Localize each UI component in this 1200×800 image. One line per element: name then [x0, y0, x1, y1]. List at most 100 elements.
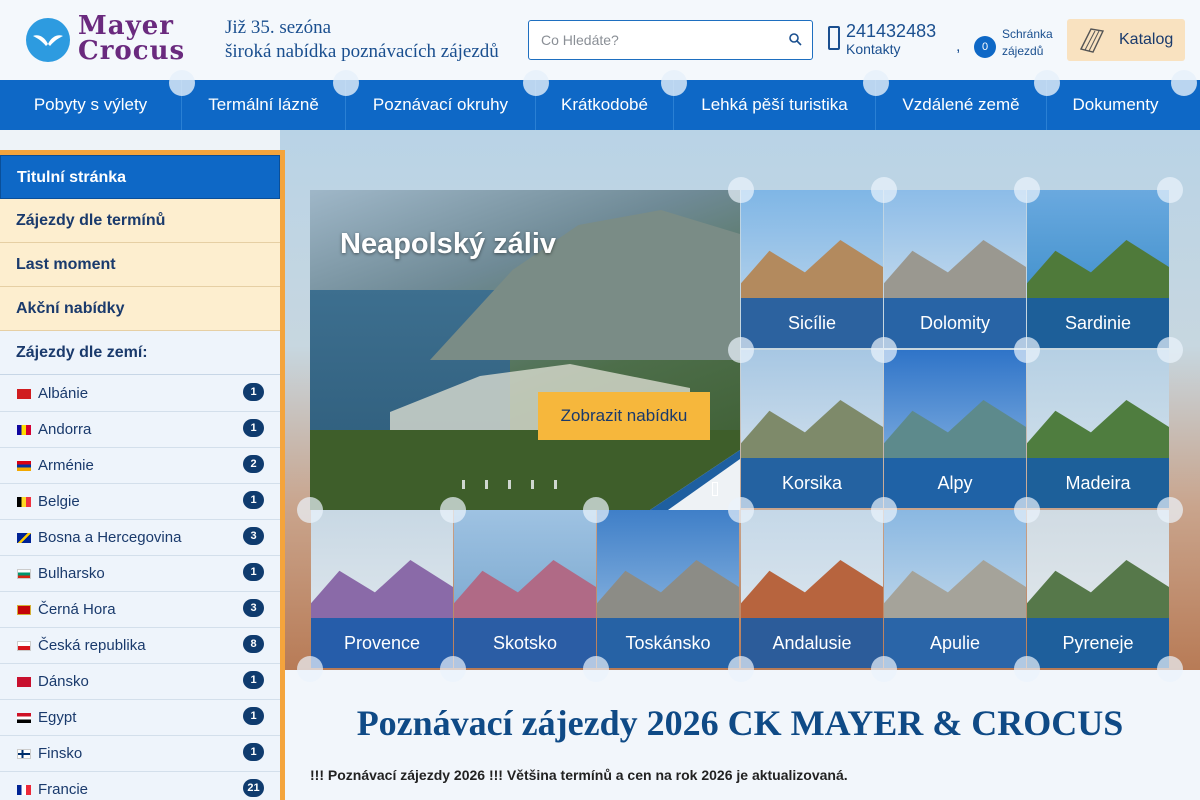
country-item-bosna-a-hercegovina[interactable]: Bosna a Hercegovina 3: [0, 520, 280, 556]
nav-item-pobyty[interactable]: Pobyty s výlety: [0, 80, 182, 130]
next-slide-icon[interactable]: [712, 482, 718, 496]
sidebar-item-zajezdy-dle-terminu[interactable]: Zájezdy dle termínů: [0, 199, 280, 243]
country-item-finsko[interactable]: Finsko 1: [0, 736, 280, 772]
tile-skotsko[interactable]: Skotsko: [454, 510, 596, 668]
tile-apulie[interactable]: Apulie: [884, 510, 1026, 668]
country-item-francie[interactable]: Francie 21: [0, 772, 280, 800]
country-name: Bulharsko: [38, 565, 105, 582]
search-input[interactable]: [529, 21, 779, 59]
country-name: Francie: [38, 781, 89, 798]
tile-label: Pyreneje: [1027, 618, 1169, 668]
country-count-badge: 1: [243, 563, 264, 581]
country-item-andorra[interactable]: Andorra 1: [0, 412, 280, 448]
site-logo[interactable]: Mayer Crocus: [26, 13, 186, 66]
nav-item-poznavaci-okruhy[interactable]: Poznávací okruhy: [346, 80, 536, 130]
tile-label: Dolomity: [884, 298, 1026, 348]
decor-dot: [728, 337, 754, 363]
decor-dot: [583, 656, 609, 682]
nav-item-lehka-turistika[interactable]: Lehká pěší turistika: [674, 80, 876, 130]
decor-dot: [583, 497, 609, 523]
country-item-cerna-hora[interactable]: Černá Hora 3: [0, 592, 280, 628]
country-count-badge: 3: [243, 599, 264, 617]
country-item-egypt[interactable]: Egypt 1: [0, 700, 280, 736]
tile-label: Provence: [311, 618, 453, 668]
country-count-badge: 1: [243, 491, 264, 509]
country-item-ceska-republika[interactable]: Česká republika 8: [0, 628, 280, 664]
sidebar: Titulní stránka Zájezdy dle termínů Last…: [0, 150, 285, 800]
flag-icon: [17, 749, 31, 759]
decor-dot: [440, 656, 466, 682]
logo-line2: Crocus: [78, 36, 186, 66]
cart-label-line1: Schránka: [1002, 27, 1053, 41]
country-count-badge: 1: [243, 419, 264, 437]
catalog-button[interactable]: Katalog: [1067, 19, 1185, 61]
tile-label: Sicílie: [741, 298, 883, 348]
tile-label: Toskánsko: [597, 618, 739, 668]
tile-label: Apulie: [884, 618, 1026, 668]
flag-icon: [17, 785, 31, 795]
tile-label: Andalusie: [741, 618, 883, 668]
tile-pyreneje[interactable]: Pyreneje: [1027, 510, 1169, 668]
nav-item-vzdalene-zeme[interactable]: Vzdálené země: [876, 80, 1047, 130]
decor-dot: [1014, 656, 1040, 682]
flag-icon: [17, 389, 31, 399]
slider-dot[interactable]: [531, 480, 534, 489]
sidebar-panel: Titulní stránka Zájezdy dle termínů Last…: [0, 155, 280, 800]
country-name: Česká republika: [38, 637, 146, 654]
tile-sicilie[interactable]: Sicílie: [741, 190, 883, 348]
country-count-badge: 1: [243, 383, 264, 401]
main-nav: Pobyty s výlety Termální lázně Poznávací…: [0, 70, 1200, 130]
nav-item-kratkodobe[interactable]: Krátkodobé: [536, 80, 674, 130]
hero-slider[interactable]: Neapolský záliv Zobrazit nabídku: [310, 190, 740, 510]
tile-alpy[interactable]: Alpy: [884, 350, 1026, 508]
tile-madeira[interactable]: Madeira: [1027, 350, 1169, 508]
country-item-dansko[interactable]: Dánsko 1: [0, 664, 280, 700]
flag-icon: [17, 533, 31, 543]
decor-dot: [1157, 656, 1183, 682]
tile-dolomity[interactable]: Dolomity: [884, 190, 1026, 348]
country-item-albanie[interactable]: Albánie 1: [0, 376, 280, 412]
slider-dot[interactable]: [462, 480, 465, 489]
slider-dot[interactable]: [485, 480, 488, 489]
sidebar-item-akcni-nabidky[interactable]: Akční nabídky: [0, 287, 280, 331]
tile-label: Madeira: [1027, 458, 1169, 508]
cart-count-badge[interactable]: 0: [974, 36, 996, 58]
slider-dot[interactable]: [554, 480, 557, 489]
tile-korsika[interactable]: Korsika: [741, 350, 883, 508]
contacts-link[interactable]: Kontakty: [846, 41, 900, 57]
decor-dot: [333, 70, 359, 96]
decor-dot: [297, 656, 323, 682]
country-item-armenie[interactable]: Arménie 2: [0, 448, 280, 484]
tile-andalusie[interactable]: Andalusie: [741, 510, 883, 668]
country-count-badge: 21: [243, 779, 264, 797]
sidebar-item-last-moment[interactable]: Last moment: [0, 243, 280, 287]
tile-label: Alpy: [884, 458, 1026, 508]
sidebar-item-titulni-stranka[interactable]: Titulní stránka: [0, 155, 280, 199]
nav-item-termalni-lazne[interactable]: Termální lázně: [182, 80, 346, 130]
flag-icon: [17, 425, 31, 435]
site-header: Mayer Crocus Již 35. sezóna široká nabíd…: [0, 0, 1200, 80]
decor-dot: [871, 177, 897, 203]
tile-toskansko[interactable]: Toskánsko: [597, 510, 739, 668]
search-icon[interactable]: [786, 30, 806, 50]
country-count-badge: 1: [243, 743, 264, 761]
countries-heading: Zájezdy dle zemí:: [0, 331, 280, 375]
show-offer-button[interactable]: Zobrazit nabídku: [538, 392, 710, 440]
phone-icon: [828, 26, 840, 50]
flag-icon: [17, 641, 31, 651]
cart-link[interactable]: Schránka zájezdů: [1002, 26, 1062, 60]
logo-wings-icon: [26, 18, 70, 62]
phone-number[interactable]: 241432483: [846, 21, 936, 41]
tile-provence[interactable]: Provence: [311, 510, 453, 668]
nav-item-dokumenty[interactable]: Dokumenty: [1047, 80, 1184, 130]
decor-dot: [728, 497, 754, 523]
flag-icon: [17, 461, 31, 471]
slider-dot[interactable]: [508, 480, 511, 489]
country-item-bulharsko[interactable]: Bulharsko 1: [0, 556, 280, 592]
decor-dot: [1171, 70, 1197, 96]
country-name: Bosna a Hercegovina: [38, 529, 182, 546]
flag-icon: [17, 605, 31, 615]
tile-sardinie[interactable]: Sardinie: [1027, 190, 1169, 348]
flag-icon: [17, 569, 31, 579]
country-item-belgie[interactable]: Belgie 1: [0, 484, 280, 520]
